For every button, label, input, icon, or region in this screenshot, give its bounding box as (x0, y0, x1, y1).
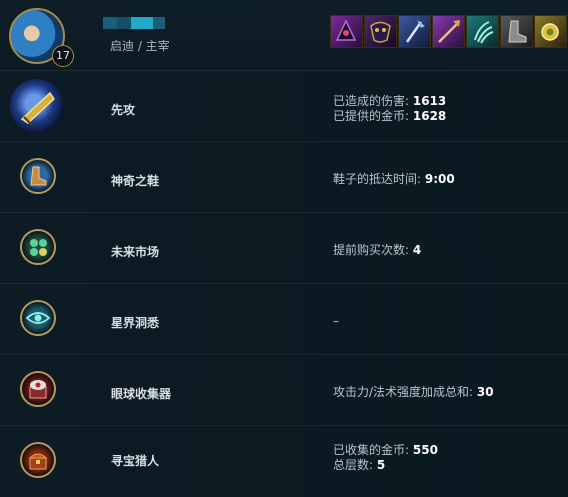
item-slot-2[interactable] (364, 15, 397, 48)
rune-stat: 已收集的金币: 550 (333, 443, 438, 457)
amulet-icon (541, 23, 559, 41)
rune-row-6: 寻宝猎人 已收集的金币: 550 总层数: 5 (0, 426, 568, 497)
rune-row-1: 先攻 已造成的伤害: 1613 已提供的金币: 1628 (0, 71, 568, 142)
champion-level-badge: 17 (52, 45, 74, 67)
staff-icon (405, 20, 425, 43)
rune-stat: 总层数: 5 (333, 458, 386, 472)
mask-icon (370, 21, 391, 43)
item-slot-7[interactable] (534, 15, 567, 48)
claw-icon (474, 21, 494, 44)
first-strike-icon[interactable] (10, 79, 64, 133)
player-name-redacted (103, 17, 165, 29)
rune-name: 未来市场 (111, 245, 160, 259)
hat-icon (335, 19, 357, 41)
rune-row-3: 未来市场 提前购买次数: 4 (0, 213, 568, 284)
champion-header: 17 启迪 / 主宰 (0, 0, 568, 71)
rune-stat: 提前购买次数: 4 (333, 243, 422, 257)
item-slot-3[interactable] (398, 15, 431, 48)
rune-row-2: 神奇之鞋 鞋子的抵达时间: 9:00 (0, 142, 568, 213)
eyeball-collection-icon[interactable] (20, 371, 56, 407)
rune-stat: – (333, 314, 339, 328)
item-slot-6[interactable] (500, 15, 533, 48)
item-slot-1[interactable] (330, 15, 363, 48)
spear-icon (438, 20, 460, 43)
magical-footwear-icon[interactable] (20, 158, 56, 194)
rune-stat: 已造成的伤害: 1613 (333, 94, 447, 108)
rune-name: 神奇之鞋 (111, 174, 160, 188)
item-slot-5[interactable] (466, 15, 499, 48)
item-slot-4[interactable] (432, 15, 465, 48)
rune-path-subtitle: 启迪 / 主宰 (110, 39, 170, 53)
rune-name: 寻宝猎人 (111, 454, 160, 468)
item-bar (330, 15, 567, 48)
rune-stat: 已提供的金币: 1628 (333, 109, 447, 123)
rune-name: 星界洞悉 (111, 316, 160, 330)
future-market-icon[interactable] (20, 229, 56, 265)
rune-stat: 鞋子的抵达时间: 9:00 (333, 172, 455, 186)
rune-name: 眼球收集器 (111, 387, 172, 401)
rune-stat: 攻击力/法术强度加成总和: 30 (333, 385, 494, 399)
rune-row-5: 眼球收集器 攻击力/法术强度加成总和: 30 (0, 355, 568, 426)
boots-icon (508, 20, 527, 43)
treasure-hunter-icon[interactable] (20, 442, 56, 478)
cosmic-insight-icon[interactable] (20, 300, 56, 336)
rune-row-4: 星界洞悉 – (0, 284, 568, 355)
rune-name: 先攻 (111, 103, 136, 117)
